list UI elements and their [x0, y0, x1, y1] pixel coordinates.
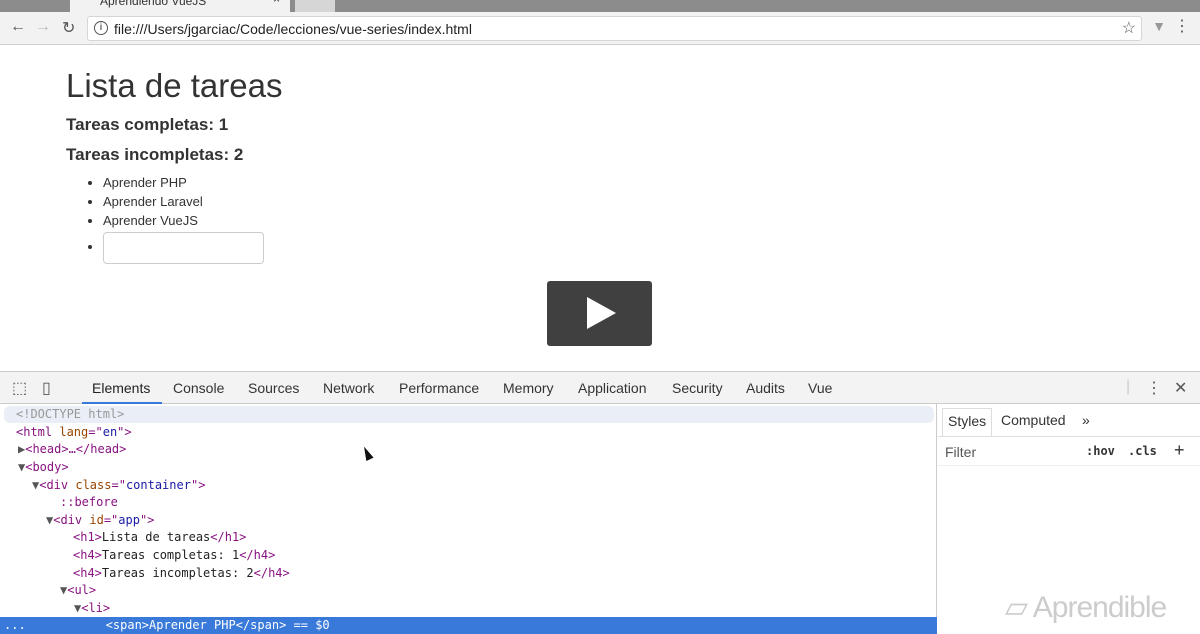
attr-value: en [102, 425, 118, 439]
reload-icon[interactable]: ↻ [62, 18, 75, 38]
tag: </h4> [253, 566, 290, 580]
forward-icon[interactable]: → [35, 18, 51, 36]
tag: "> [117, 425, 132, 439]
tab-network[interactable]: Network [323, 380, 374, 396]
hov-button[interactable]: :hov [1086, 444, 1115, 458]
device-toolbar-icon[interactable]: ▯ [42, 378, 51, 398]
inspect-element-icon[interactable]: ⬚ [12, 378, 27, 398]
attr-name: class [75, 478, 112, 492]
new-task-item [103, 232, 282, 264]
tab-performance[interactable]: Performance [399, 380, 479, 396]
dom-node-container[interactable]: ▼<div class="container"> [0, 477, 937, 494]
tag: <h1> [73, 530, 102, 544]
text-node: Tareas incompletas: 2 [101, 566, 254, 580]
tab-title: Aprendiendo VueJS [100, 0, 207, 8]
more-options-icon[interactable]: ⋮ [1146, 378, 1162, 398]
dom-node-h1[interactable]: <h1>Lista de tareas</h1> [0, 529, 937, 546]
dom-node-doctype[interactable]: <!DOCTYPE html> [4, 406, 934, 423]
dom-node-li[interactable]: ▼<li> [0, 600, 937, 617]
tag: <html [16, 425, 60, 439]
dom-node-h4[interactable]: <h4>Tareas completas: 1</h4> [0, 547, 937, 564]
back-icon[interactable]: ← [10, 18, 26, 36]
attr-name: lang [59, 425, 89, 439]
text-node: Lista de tareas [101, 530, 211, 544]
new-style-rule-button[interactable]: + [1174, 440, 1185, 461]
devtools-toolbar: ⬚ ▯ Elements Console Sources Network Per… [0, 371, 1200, 404]
tab-elements[interactable]: Elements [92, 380, 150, 396]
tag: "> [190, 478, 206, 492]
video-play-button[interactable] [547, 281, 652, 346]
text-node: Tareas completas: 1 [101, 548, 240, 562]
tag: <div [39, 478, 76, 492]
tab-computed[interactable]: Computed [1001, 412, 1066, 428]
dom-node-before[interactable]: ::before [0, 494, 937, 511]
info-icon[interactable]: i [94, 21, 108, 35]
tag: =" [111, 478, 126, 492]
close-devtools-icon[interactable]: ✕ [1174, 378, 1187, 398]
tag: <h4> [73, 548, 102, 562]
watermark-text: Aprendible [1032, 591, 1167, 624]
tag: </h4> [239, 548, 276, 562]
ellipsis-icon[interactable]: ... [4, 618, 26, 632]
task-item: Aprender PHP [103, 175, 282, 194]
tab-application[interactable]: Application [578, 380, 647, 396]
tag: =" [88, 425, 103, 439]
url-text: file:///Users/jgarciac/Code/lecciones/vu… [114, 21, 472, 37]
incomplete-count: Tareas incompletas: 2 [66, 145, 244, 164]
vue-extension-icon[interactable]: ▼ [1152, 18, 1166, 34]
task-item: Aprender Laravel [103, 194, 282, 213]
tab-styles[interactable]: Styles [942, 408, 993, 436]
new-tab-button[interactable] [295, 0, 335, 12]
tab-strip: Aprendiendo VueJS × [0, 0, 1200, 12]
dom-node-app[interactable]: ▼<div id="app"> [0, 512, 937, 529]
elements-panel: <!DOCTYPE html> <html lang="en"> ▶<head>… [0, 404, 937, 634]
dom-node-html[interactable]: <html lang="en"> [0, 424, 937, 441]
tab-audits[interactable]: Audits [746, 380, 785, 396]
dom-node-ul[interactable]: ▼<ul> [0, 582, 937, 599]
browser-tab[interactable]: Aprendiendo VueJS × [70, 0, 290, 12]
browser-toolbar: ← → ↻ i file:///Users/jgarciac/Code/lecci… [0, 12, 1200, 45]
tag: </h1> [210, 530, 247, 544]
tag: <li> [81, 601, 111, 615]
close-tab-icon[interactable]: × [273, 0, 280, 6]
tab-console[interactable]: Console [173, 380, 224, 396]
tag: "> [139, 513, 155, 527]
page-content: Lista de tareas Tareas completas: 1 Tare… [66, 45, 283, 264]
attr-name: id [89, 513, 104, 527]
tag: <h4> [73, 566, 102, 580]
logo-icon: ▱ [1005, 591, 1033, 624]
task-list: Aprender PHP Aprender Laravel Aprender V… [103, 175, 282, 264]
tag: <body> [25, 460, 69, 474]
aprendible-watermark: ▱ Aprendible [1005, 590, 1167, 625]
page-title: Lista de tareas [66, 67, 283, 104]
attr-value: container [125, 478, 191, 492]
dom-node-head[interactable]: ▶<head>…</head> [0, 441, 937, 458]
dom-node-body[interactable]: ▼<body> [0, 459, 937, 476]
menu-icon[interactable]: ⋮ [1174, 16, 1190, 36]
address-bar[interactable]: i file:///Users/jgarciac/Code/lecciones/v… [87, 16, 1142, 41]
tab-memory[interactable]: Memory [503, 380, 554, 396]
more-tabs-icon[interactable]: » [1082, 412, 1090, 428]
bookmark-star-icon[interactable]: ☆ [1122, 18, 1136, 38]
styles-filter-row: Filter :hov .cls + [938, 436, 1200, 466]
task-item: Aprender VueJS [103, 213, 282, 232]
tag: <div [53, 513, 90, 527]
tab-vue[interactable]: Vue [808, 380, 832, 396]
completed-count: Tareas completas: 1 [66, 115, 229, 134]
filter-input[interactable]: Filter [945, 444, 976, 460]
tab-sources[interactable]: Sources [248, 380, 299, 396]
divider: | [1126, 378, 1131, 395]
cls-button[interactable]: .cls [1128, 444, 1157, 458]
new-task-input[interactable] [103, 232, 264, 264]
attr-value: app [118, 513, 140, 527]
tag: <ul> [67, 583, 97, 597]
tag: <span>Aprender PHP</span> == $0 [105, 618, 330, 632]
tag: =" [103, 513, 119, 527]
dom-node-h4[interactable]: <h4>Tareas incompletas: 2</h4> [0, 565, 937, 582]
tag: <head>…</head> [25, 442, 127, 456]
tab-security[interactable]: Security [672, 380, 723, 396]
dom-node-span-selected[interactable]: ... <span>Aprender PHP</span> == $0 [0, 617, 937, 634]
